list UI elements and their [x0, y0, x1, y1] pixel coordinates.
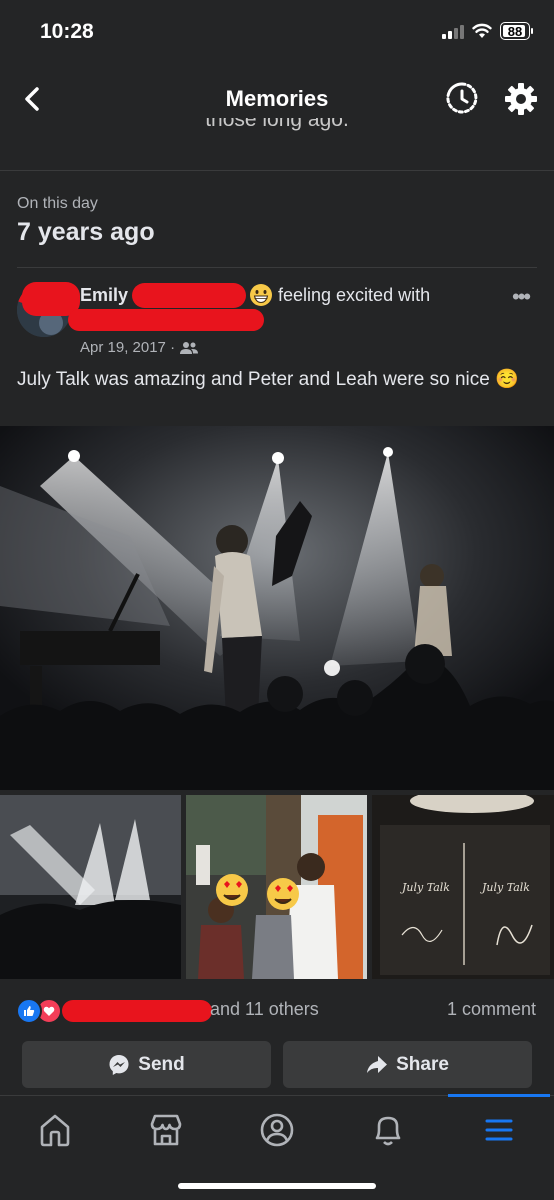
post-author[interactable]: Emily — [80, 285, 128, 306]
bell-icon — [375, 1116, 401, 1146]
header-divider — [0, 170, 554, 171]
send-label: Send — [138, 1053, 185, 1075]
status-icons: 88 — [442, 22, 533, 40]
share-label: Share — [396, 1053, 449, 1075]
home-icon — [40, 1114, 70, 1147]
battery-icon: 88 — [500, 22, 533, 40]
post-text: July Talk was amazing and Peter and Leah… — [17, 369, 519, 390]
status-time: 10:28 — [40, 20, 94, 43]
send-button[interactable]: Send — [22, 1041, 271, 1088]
redaction-mark — [62, 1000, 212, 1022]
tab-menu[interactable] — [479, 1110, 519, 1150]
heart-eyes-emoji-icon — [216, 874, 248, 906]
memory-label: On this day — [17, 195, 98, 212]
tab-notifications[interactable] — [368, 1110, 408, 1150]
like-icon — [16, 998, 42, 1024]
heart-eyes-emoji-icon — [267, 878, 299, 910]
messenger-icon — [109, 1054, 129, 1075]
friends-icon — [180, 341, 199, 354]
home-indicator — [178, 1183, 376, 1189]
marketplace-icon — [150, 1114, 182, 1146]
reaction-icons[interactable] — [16, 998, 62, 1024]
tab-active-indicator — [448, 1094, 550, 1097]
battery-level: 88 — [507, 23, 523, 39]
comment-count[interactable]: 1 comment — [447, 999, 536, 1020]
profile-icon — [260, 1113, 294, 1147]
signed-poster[interactable]: July Talk July Talk — [372, 795, 554, 979]
share-icon — [367, 1055, 388, 1073]
gear-icon[interactable] — [503, 81, 539, 117]
history-icon[interactable] — [444, 80, 480, 116]
memory-years: 7 years ago — [17, 218, 155, 246]
section-divider — [17, 267, 537, 268]
wifi-icon — [472, 23, 492, 38]
redaction-mark — [132, 283, 246, 308]
clipped-text: those long ago. — [205, 118, 349, 131]
post-meta: Apr 19, 2017 · — [80, 339, 199, 356]
feeling-text: feeling excited with — [278, 285, 431, 305]
menu-icon — [485, 1119, 513, 1141]
more-icon[interactable]: ••• — [512, 284, 531, 310]
signal-icon — [442, 23, 464, 39]
concert-photo[interactable] — [0, 426, 554, 790]
group-photo[interactable] — [186, 795, 367, 979]
grinning-emoji-icon — [250, 284, 272, 306]
post-date: Apr 19, 2017 · — [80, 339, 176, 356]
poster-title-left: July Talk — [400, 881, 450, 894]
tab-marketplace[interactable] — [146, 1110, 186, 1150]
tab-profile[interactable] — [257, 1110, 297, 1150]
concert-thumb[interactable] — [0, 795, 181, 979]
redaction-mark — [68, 309, 264, 331]
reaction-summary[interactable]: and 11 others — [210, 999, 319, 1020]
poster-title-right: July Talk — [480, 881, 530, 894]
tab-home[interactable] — [35, 1110, 75, 1150]
share-button[interactable]: Share — [283, 1041, 532, 1088]
